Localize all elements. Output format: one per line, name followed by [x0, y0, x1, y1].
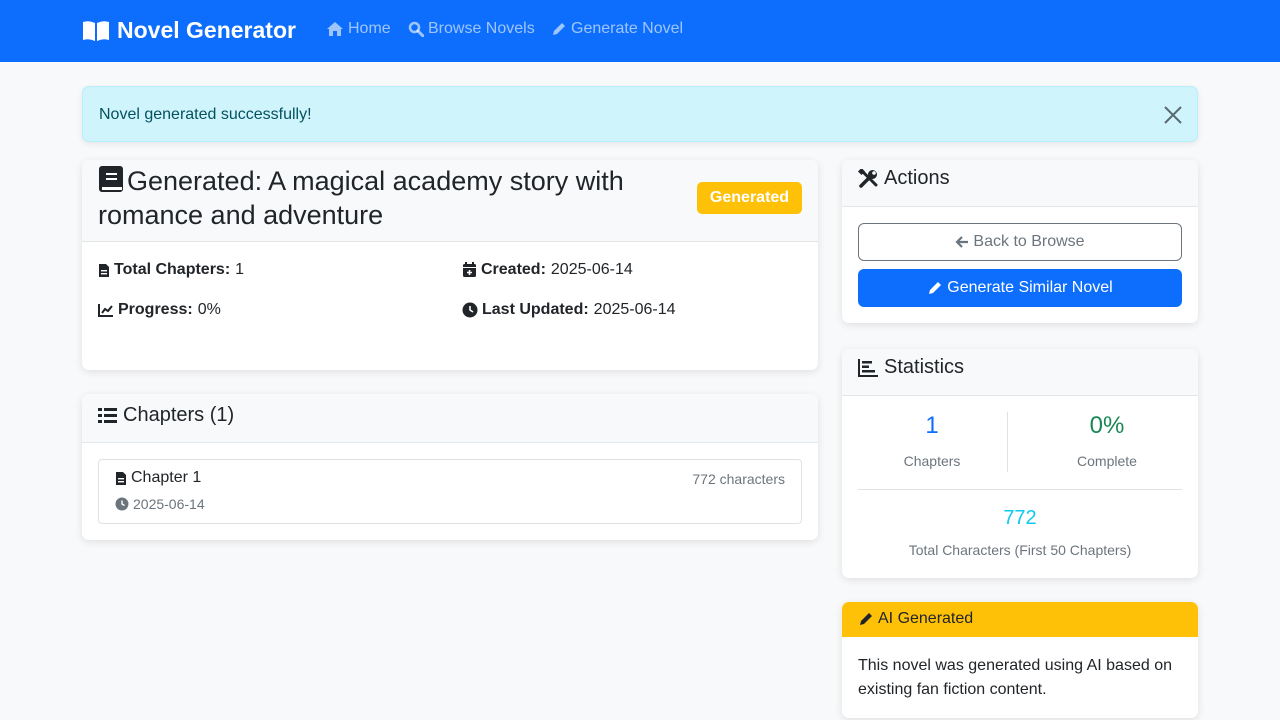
chapters-title: Chapters (1): [98, 404, 234, 427]
meta-value: 1: [235, 261, 245, 278]
chapter-date: 2025-06-14: [115, 496, 205, 512]
statistics-card: Statistics 1 Chapters 0% Complete 772 To…: [842, 349, 1198, 578]
meta-updated: Last Updated: 2025-06-14: [462, 301, 676, 319]
arrow-left-icon: [955, 236, 969, 248]
back-to-browse-button[interactable]: Back to Browse: [858, 223, 1182, 261]
novel-title: Generated: A magical academy story with …: [98, 164, 668, 232]
back-button-label: Back to Browse: [973, 233, 1085, 250]
meta-total-chapters: Total Chapters: 1: [98, 261, 244, 279]
list-icon: [98, 408, 117, 423]
actions-title-text: Actions: [884, 167, 950, 189]
nav-home[interactable]: Home: [326, 20, 391, 38]
chapters-card: Chapters (1) Chapter 1 772 characters 20…: [82, 394, 818, 540]
meta-label: Created:: [481, 261, 546, 278]
novel-header: Generated: A magical academy story with …: [82, 160, 818, 242]
book-open-icon: [83, 20, 109, 41]
navbar: Novel Generator Home Browse Novels Gener…: [0, 0, 1280, 62]
calendar-plus-icon: [463, 262, 476, 277]
alert-message: Novel generated successfully!: [99, 106, 312, 123]
meta-created: Created: 2025-06-14: [462, 261, 633, 279]
clock-icon: [115, 497, 129, 511]
nav-generate-label: Generate Novel: [571, 20, 684, 37]
nav-home-label: Home: [348, 20, 391, 37]
ai-generated-card: AI Generated This novel was generated us…: [842, 602, 1198, 718]
ai-title: AI Generated: [858, 610, 973, 628]
meta-progress: Progress: 0%: [98, 301, 221, 319]
ai-description: This novel was generated using AI based …: [858, 657, 1172, 698]
brand-text: Novel Generator: [117, 17, 296, 43]
ai-title-text: AI Generated: [878, 610, 974, 627]
novel-title-text: Generated: A magical academy story with …: [98, 166, 624, 230]
home-icon: [327, 22, 343, 36]
statistics-header: Statistics: [842, 349, 1198, 396]
status-badge: Generated: [697, 182, 802, 214]
stat-chapters-label: Chapters: [903, 453, 961, 469]
chapter-title: Chapter 1: [115, 469, 201, 487]
chapter-date-text: 2025-06-14: [133, 496, 205, 512]
stat-complete-label: Complete: [1077, 453, 1137, 469]
generate-similar-button[interactable]: Generate Similar Novel: [858, 269, 1182, 307]
meta-label: Progress:: [118, 301, 193, 318]
ai-header: AI Generated: [842, 602, 1198, 637]
stat-complete-value: 0%: [1089, 412, 1125, 439]
generate-similar-label: Generate Similar Novel: [947, 279, 1113, 296]
chart-bar-icon: [858, 358, 878, 377]
meta-value: 2025-06-14: [550, 261, 633, 278]
stat-chapters-value: 1: [925, 412, 939, 439]
file-icon: [116, 471, 126, 485]
meta-label: Total Chapters:: [114, 261, 231, 278]
close-icon[interactable]: [1163, 105, 1183, 125]
stat-chars-label: Total Characters (First 50 Chapters): [908, 542, 1132, 558]
actions-header: Actions: [842, 160, 1198, 207]
nav-browse[interactable]: Browse Novels: [408, 20, 535, 38]
nav-browse-label: Browse Novels: [428, 20, 535, 37]
chapter-title-text: Chapter 1: [131, 469, 202, 486]
statistics-title: Statistics: [858, 356, 964, 379]
actions-card: Actions Back to Browse Generate Similar …: [842, 160, 1198, 323]
clock-icon: [462, 302, 478, 318]
statistics-title-text: Statistics: [884, 356, 965, 378]
book-icon: [99, 166, 123, 192]
novel-info-card: Generated: A magical academy story with …: [82, 160, 818, 370]
pencil-icon: [860, 613, 872, 625]
nav-generate[interactable]: Generate Novel: [551, 20, 683, 38]
file-icon: [99, 263, 109, 277]
chapters-title-text: Chapters (1): [123, 404, 235, 426]
search-icon: [408, 21, 424, 37]
brand[interactable]: Novel Generator: [82, 17, 296, 44]
pencil-icon: [553, 23, 565, 35]
stat-chars-value: 772: [1003, 507, 1037, 529]
chart-line-icon: [98, 304, 113, 317]
pencil-icon: [929, 282, 942, 294]
list-item[interactable]: Chapter 1 772 characters 2025-06-14: [98, 459, 802, 524]
tools-icon: [858, 168, 878, 188]
chapters-header: Chapters (1): [82, 394, 818, 443]
chapter-chars: 772 characters: [692, 471, 785, 487]
meta-label: Last Updated:: [482, 301, 589, 318]
actions-title: Actions: [858, 167, 950, 190]
success-alert: Novel generated successfully!: [82, 86, 1198, 142]
meta-value: 0%: [197, 301, 221, 318]
meta-value: 2025-06-14: [593, 301, 676, 318]
stat-separator: [858, 489, 1182, 490]
